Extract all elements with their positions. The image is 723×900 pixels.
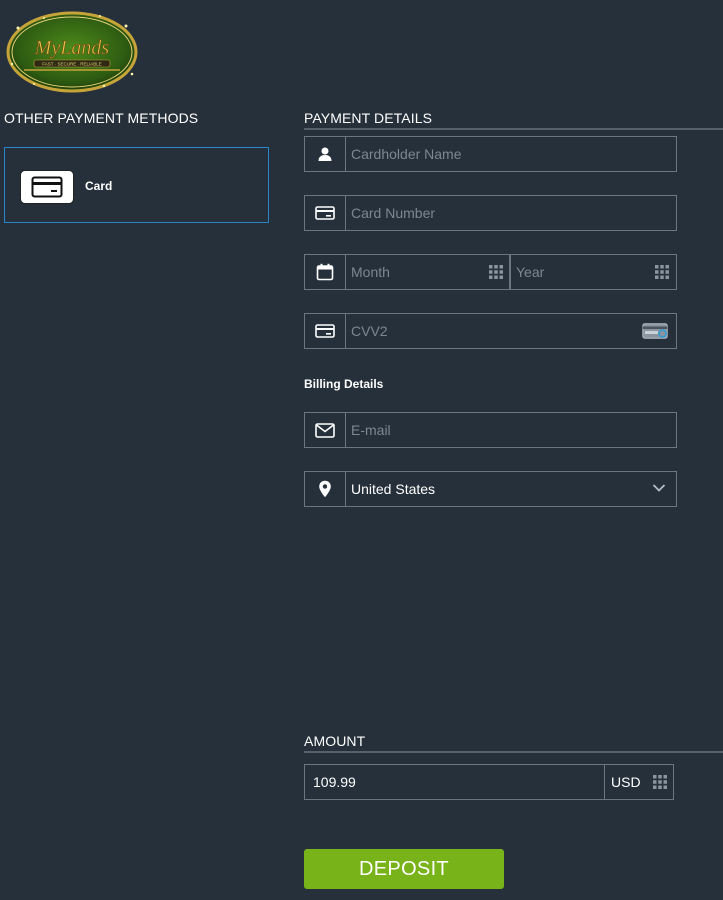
- currency-grid-icon: [653, 775, 667, 789]
- payment-method-card-label: Card: [85, 179, 113, 193]
- chevron-down-icon: [652, 484, 666, 492]
- billing-details-heading: Billing Details: [304, 377, 384, 391]
- cvv-input[interactable]: [346, 314, 626, 348]
- amount-heading: AMOUNT: [304, 733, 366, 749]
- email-input[interactable]: [346, 413, 676, 447]
- brand-logo-image: MyLands FAST · SECURE · RELIABLE: [6, 11, 138, 93]
- map-pin-icon: [305, 472, 346, 506]
- cardholder-name-field: [304, 136, 677, 172]
- envelope-icon: [305, 413, 346, 447]
- brand-logo: MyLands FAST · SECURE · RELIABLE: [4, 8, 140, 94]
- brand-logo-text: MyLands: [34, 37, 110, 59]
- currency-value: USD: [611, 774, 641, 790]
- amount-divider: [304, 751, 723, 753]
- brand-logo-subtext: FAST · SECURE · RELIABLE: [42, 62, 101, 67]
- user-icon: [305, 137, 346, 171]
- expiry-month-field: [304, 254, 510, 290]
- other-payment-methods-heading: OTHER PAYMENT METHODS: [4, 110, 199, 126]
- payment-method-card[interactable]: Card: [4, 147, 269, 223]
- calendar-icon: [305, 255, 346, 289]
- payment-details-heading: PAYMENT DETAILS: [304, 110, 433, 126]
- country-select[interactable]: United States: [304, 471, 677, 507]
- cvv-help-icon[interactable]: [642, 323, 668, 339]
- year-dropdown-grid-icon[interactable]: [655, 265, 669, 279]
- amount-field[interactable]: 109.99: [304, 764, 605, 800]
- credit-card-icon: [305, 314, 346, 348]
- credit-card-icon: [20, 170, 74, 204]
- card-number-input[interactable]: [346, 196, 676, 230]
- country-select-value: United States: [351, 481, 436, 497]
- card-number-field: [304, 195, 677, 231]
- credit-card-icon: [305, 196, 346, 230]
- cvv-field: [304, 313, 677, 349]
- deposit-button[interactable]: DEPOSIT: [304, 849, 504, 889]
- expiry-year-input[interactable]: [511, 255, 646, 289]
- payment-details-divider: [304, 128, 723, 130]
- cardholder-name-input[interactable]: [346, 137, 676, 171]
- expiry-month-input[interactable]: [346, 255, 486, 289]
- month-dropdown-grid-icon[interactable]: [489, 265, 503, 279]
- email-field: [304, 412, 677, 448]
- currency-select[interactable]: USD: [604, 764, 674, 800]
- amount-value: 109.99: [313, 774, 356, 790]
- expiry-year-field: [510, 254, 677, 290]
